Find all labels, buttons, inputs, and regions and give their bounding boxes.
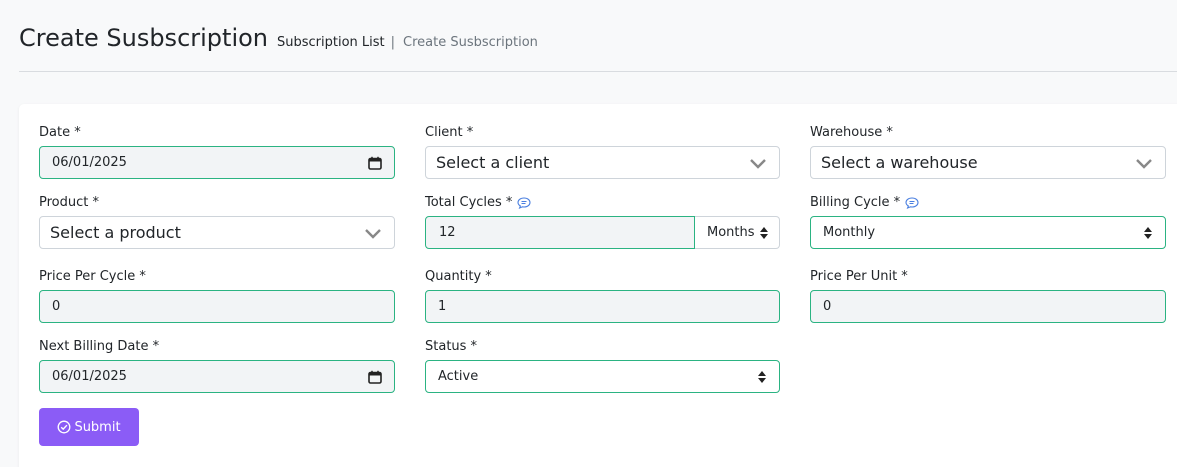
total-cycles-label: Total Cycles * [425,195,513,210]
client-label: Client * [425,125,474,140]
info-bubble-icon[interactable] [905,196,919,209]
total-cycles-input[interactable]: 12 [425,216,695,249]
next-billing-date-value: 06/01/2025 [52,369,127,384]
total-cycles-value: 12 [439,225,456,240]
quantity-field-group: Quantity * 1 [425,269,780,329]
page-title: Create Susbscription [19,24,268,52]
status-select[interactable]: Active [425,360,780,393]
calendar-icon[interactable] [368,156,382,170]
page-header: Create Susbscription Subscription List |… [19,24,538,52]
quantity-value: 1 [438,299,447,314]
price-per-unit-field-group: Price Per Unit * 0 [810,269,1166,329]
warehouse-select[interactable]: Select a warehouse [810,146,1166,179]
status-value: Active [438,369,479,384]
product-select[interactable]: Select a product [39,216,395,249]
quantity-input[interactable]: 1 [425,290,780,323]
product-placeholder: Select a product [50,223,181,242]
price-per-unit-value: 0 [823,299,832,314]
total-cycles-label-wrap: Total Cycles * [425,195,531,210]
next-billing-date-label: Next Billing Date * [39,339,160,354]
price-per-unit-input[interactable]: 0 [810,290,1166,323]
breadcrumb-separator: | [390,35,396,50]
sort-arrows-icon [760,226,768,239]
price-per-cycle-field-group: Price Per Cycle * 0 [39,269,395,329]
date-value: 06/01/2025 [52,155,127,170]
warehouse-label: Warehouse * [810,125,893,140]
breadcrumb-current: Create Susbscription [403,35,538,50]
info-bubble-icon[interactable] [517,196,531,209]
warehouse-placeholder: Select a warehouse [821,153,978,172]
billing-cycle-label: Billing Cycle * [810,195,901,210]
product-label: Product * [39,195,99,210]
next-billing-date-input[interactable]: 06/01/2025 [39,360,395,393]
submit-label: Submit [74,419,121,435]
next-billing-date-field-group: Next Billing Date * 06/01/2025 [39,339,395,399]
price-per-cycle-value: 0 [52,299,61,314]
warehouse-field-group: Warehouse * Select a warehouse [810,125,1166,185]
chevron-down-icon [365,228,381,239]
sort-arrows-icon [758,370,766,383]
chevron-down-icon [750,158,766,169]
status-label: Status * [425,339,478,354]
cycle-unit-select[interactable]: Months [695,216,780,249]
breadcrumb: Subscription List | Create Susbscription [277,35,538,50]
billing-cycle-select[interactable]: Monthly [810,216,1166,249]
breadcrumb-subscription-list[interactable]: Subscription List [277,35,385,50]
price-per-unit-label: Price Per Unit * [810,269,908,284]
submit-button[interactable]: Submit [39,408,139,446]
calendar-icon[interactable] [368,370,382,384]
client-field-group: Client * Select a client [425,125,780,185]
date-input[interactable]: 06/01/2025 [39,146,395,179]
client-placeholder: Select a client [436,153,550,172]
subscription-form-card: Date * 06/01/2025 Client * Select a clie… [19,104,1177,467]
check-circle-icon [57,420,71,434]
chevron-down-icon [1136,158,1152,169]
product-field-group: Product * Select a product [39,195,395,255]
price-per-cycle-label: Price Per Cycle * [39,269,146,284]
sort-arrows-icon [1144,226,1152,239]
billing-cycle-label-wrap: Billing Cycle * [810,195,919,210]
billing-cycle-field-group: Billing Cycle * Monthly [810,195,1166,255]
client-select[interactable]: Select a client [425,146,780,179]
total-cycles-field-group: Total Cycles * 12 Months [425,195,780,255]
date-label: Date * [39,125,81,140]
status-field-group: Status * Active [425,339,780,399]
total-cycles-input-group: 12 Months [425,216,780,249]
price-per-cycle-input[interactable]: 0 [39,290,395,323]
billing-cycle-value: Monthly [823,225,876,240]
header-divider [19,71,1177,72]
date-field-group: Date * 06/01/2025 [39,125,395,185]
quantity-label: Quantity * [425,269,492,284]
cycle-unit-value: Months [707,225,755,240]
